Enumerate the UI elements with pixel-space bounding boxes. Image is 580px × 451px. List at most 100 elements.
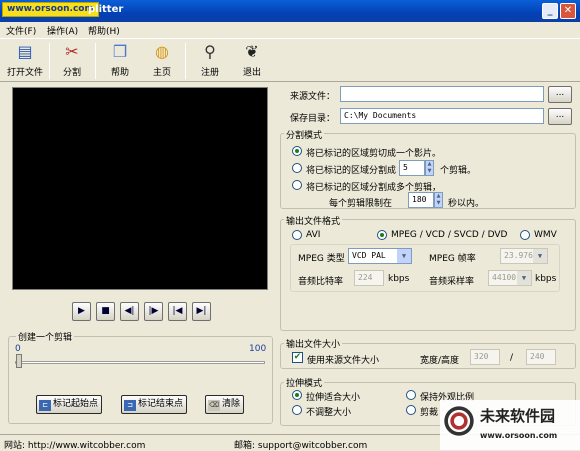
status-email[interactable]: 邮箱: support@witcobber.com	[234, 438, 367, 451]
clear-label: 清除	[222, 399, 241, 409]
minimize-button[interactable]: _	[542, 3, 558, 19]
register-button[interactable]: ⚲ 注册	[190, 41, 230, 81]
crop-radio[interactable]	[406, 405, 416, 415]
menu-bar: 文件(F) 操作(A) 帮助(H)	[0, 22, 580, 38]
mark-start-button[interactable]: ⊏ 标记起始点	[36, 395, 103, 414]
window-title: plitter	[88, 4, 124, 15]
mark-start-label: 标记起始点	[53, 399, 99, 409]
site-logo: www.orsoon.com	[2, 2, 99, 17]
clip-slider-thumb[interactable]	[16, 354, 22, 368]
open-file-label: 打开文件	[6, 68, 43, 78]
mpeg-type-label: MPEG 类型	[298, 254, 345, 264]
output-format-label: 输出文件格式	[284, 214, 343, 227]
width-input[interactable]: 320	[470, 349, 500, 365]
no-resize-label: 不调整大小	[306, 408, 352, 418]
format-wmv-label: WMV	[534, 230, 557, 240]
mpeg-fps-value: 23.976	[504, 251, 533, 260]
no-resize-radio[interactable]	[292, 405, 302, 415]
stretch-fit-label: 拉伸适合大小	[306, 393, 361, 403]
audio-sample-value: 44100	[492, 273, 517, 282]
height-input[interactable]: 240	[526, 349, 556, 365]
browse-source-button[interactable]: ...	[548, 86, 572, 103]
audio-sample-label: 音频采样率	[429, 277, 475, 287]
stretch-mode-label: 拉伸模式	[284, 376, 325, 389]
status-website[interactable]: 网站: http://www.witcobber.com	[4, 438, 145, 451]
open-file-button[interactable]: ▤ 打开文件	[4, 41, 46, 81]
watermark-logo-icon	[442, 404, 476, 438]
watermark-url: www.orsoon.com	[480, 431, 558, 440]
split-count-input[interactable]: 5	[399, 160, 425, 176]
crop-label: 剪裁	[420, 408, 439, 418]
width-height-label: 宽度/高度	[420, 356, 460, 366]
close-button[interactable]: ✕	[560, 3, 576, 19]
use-source-size-label: 使用来源文件大小	[307, 356, 380, 366]
mark-end-button[interactable]: ⊐ 标记结束点	[121, 395, 188, 414]
audio-bitrate-unit: kbps	[388, 274, 410, 284]
save-dir-input[interactable]: C:\My Documents	[340, 108, 544, 124]
split-limit-input[interactable]: 180	[408, 192, 434, 208]
format-wmv-radio[interactable]	[520, 230, 530, 240]
stretch-fit-radio[interactable]	[292, 390, 302, 400]
prev-frame-button[interactable]: ◀|	[120, 302, 139, 321]
go-end-button[interactable]: ▶|	[192, 302, 211, 321]
keep-ratio-radio[interactable]	[406, 390, 416, 400]
split-limit-spinner[interactable]: ▲ ▼	[434, 192, 443, 208]
toolbar-separator	[49, 43, 50, 79]
source-file-input[interactable]	[340, 86, 544, 102]
title-bar[interactable]: www.orsoon.com plitter _ ✕	[0, 0, 580, 22]
play-button[interactable]: ▶	[72, 302, 91, 321]
homepage-label: 主页	[152, 68, 171, 78]
toolbar-separator	[95, 43, 96, 79]
clear-button[interactable]: ⌫ 清除	[205, 395, 245, 414]
save-dir-label: 保存目录：	[290, 114, 336, 124]
mpeg-type-value: VCD PAL	[352, 251, 386, 260]
menu-file[interactable]: 文件(F)	[6, 24, 36, 37]
split-button[interactable]: ✂ 分割	[52, 41, 92, 81]
split-single-radio[interactable]	[292, 146, 302, 156]
eraser-icon: ⌫	[208, 400, 220, 411]
output-size-label: 输出文件大小	[284, 337, 343, 350]
next-frame-button[interactable]: |▶	[144, 302, 163, 321]
mark-end-icon: ⊐	[124, 400, 136, 411]
watermark-title: 未来软件园	[480, 407, 556, 425]
go-start-button[interactable]: |◀	[168, 302, 187, 321]
audio-sample-unit: kbps	[535, 274, 557, 284]
chevron-down-icon: ▼	[397, 249, 411, 263]
split-count-radio[interactable]	[292, 163, 302, 173]
video-preview[interactable]	[12, 87, 268, 290]
source-file-label: 来源文件：	[290, 92, 336, 102]
stop-button[interactable]: ■	[96, 302, 115, 321]
clip-range-min: 0	[15, 344, 21, 354]
mpeg-fps-select[interactable]: 23.976 ▼	[500, 248, 548, 264]
scissors-icon: ✂	[65, 42, 79, 61]
toolbar: ▤ 打开文件 ✂ 分割 ❒ 帮助 ◍ 主页 ⚲ 注册 ❦ 退出	[0, 38, 580, 82]
browse-dir-button[interactable]: ...	[548, 108, 572, 125]
clip-slider-track[interactable]	[15, 361, 265, 364]
menu-action[interactable]: 操作(A)	[47, 24, 78, 37]
mark-end-label: 标记结束点	[138, 399, 184, 409]
audio-sample-select[interactable]: 44100 ▼	[488, 270, 532, 286]
split-single-label: 将已标记的区域剪切成一个影片。	[306, 149, 442, 159]
homepage-button[interactable]: ◍ 主页	[142, 41, 182, 81]
menu-help[interactable]: 帮助(H)	[88, 24, 120, 37]
footprints-icon: ❦	[245, 42, 259, 61]
exit-button[interactable]: ❦ 退出	[232, 41, 272, 81]
mark-start-icon: ⊏	[39, 400, 51, 411]
register-label: 注册	[200, 68, 219, 78]
use-source-size-checkbox[interactable]: ✔	[292, 352, 303, 363]
help-button[interactable]: ❒ 帮助	[100, 41, 140, 81]
mpeg-type-select[interactable]: VCD PAL ▼	[348, 248, 412, 264]
clip-range-max: 100	[249, 344, 267, 354]
split-limit-radio[interactable]	[292, 180, 302, 190]
size-slash: /	[510, 353, 514, 363]
split-count-spinner[interactable]: ▲ ▼	[425, 160, 434, 176]
format-avi-radio[interactable]	[292, 230, 302, 240]
format-mpeg-radio[interactable]	[377, 230, 387, 240]
clip-group-label: 创建一个剪辑	[16, 330, 75, 343]
open-file-icon: ▤	[17, 42, 33, 61]
audio-bitrate-input[interactable]: 224	[354, 270, 384, 286]
split-label: 分割	[62, 68, 81, 78]
format-mpeg-label: MPEG / VCD / SVCD / DVD	[391, 230, 508, 240]
help-label: 帮助	[110, 68, 129, 78]
watermark: 未来软件园 www.orsoon.com	[440, 400, 580, 450]
